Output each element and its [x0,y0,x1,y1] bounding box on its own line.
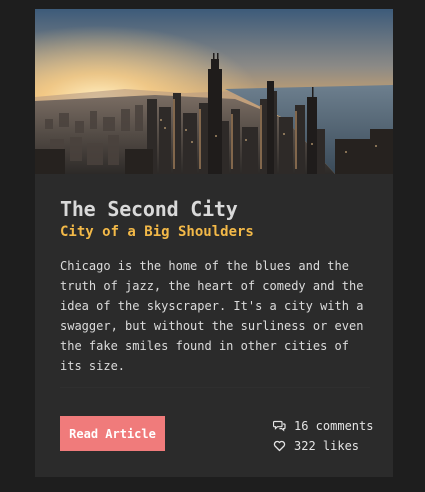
speech-bubbles-icon [272,419,286,433]
article-card: The Second City City of a Big Shoulders … [35,9,393,477]
read-article-button[interactable]: Read Article [60,416,165,451]
heart-icon [272,439,286,453]
hero-image [35,9,393,174]
likes-stat[interactable]: 322 likes [272,437,382,454]
comments-stat[interactable]: 16 comments [272,417,382,434]
card-title: The Second City [60,197,238,221]
card-stats: 16 comments 322 likes [272,417,382,457]
comments-count: 16 comments [294,418,374,433]
page: The Second City City of a Big Shoulders … [0,0,425,492]
card-subtitle: City of a Big Shoulders [60,224,254,240]
card-content: The Second City City of a Big Shoulders … [60,196,370,376]
city-skyline-image [35,9,393,174]
divider [60,387,370,388]
likes-count: 322 likes [294,438,360,453]
card-body: Chicago is the home of the blues and the… [60,259,364,373]
